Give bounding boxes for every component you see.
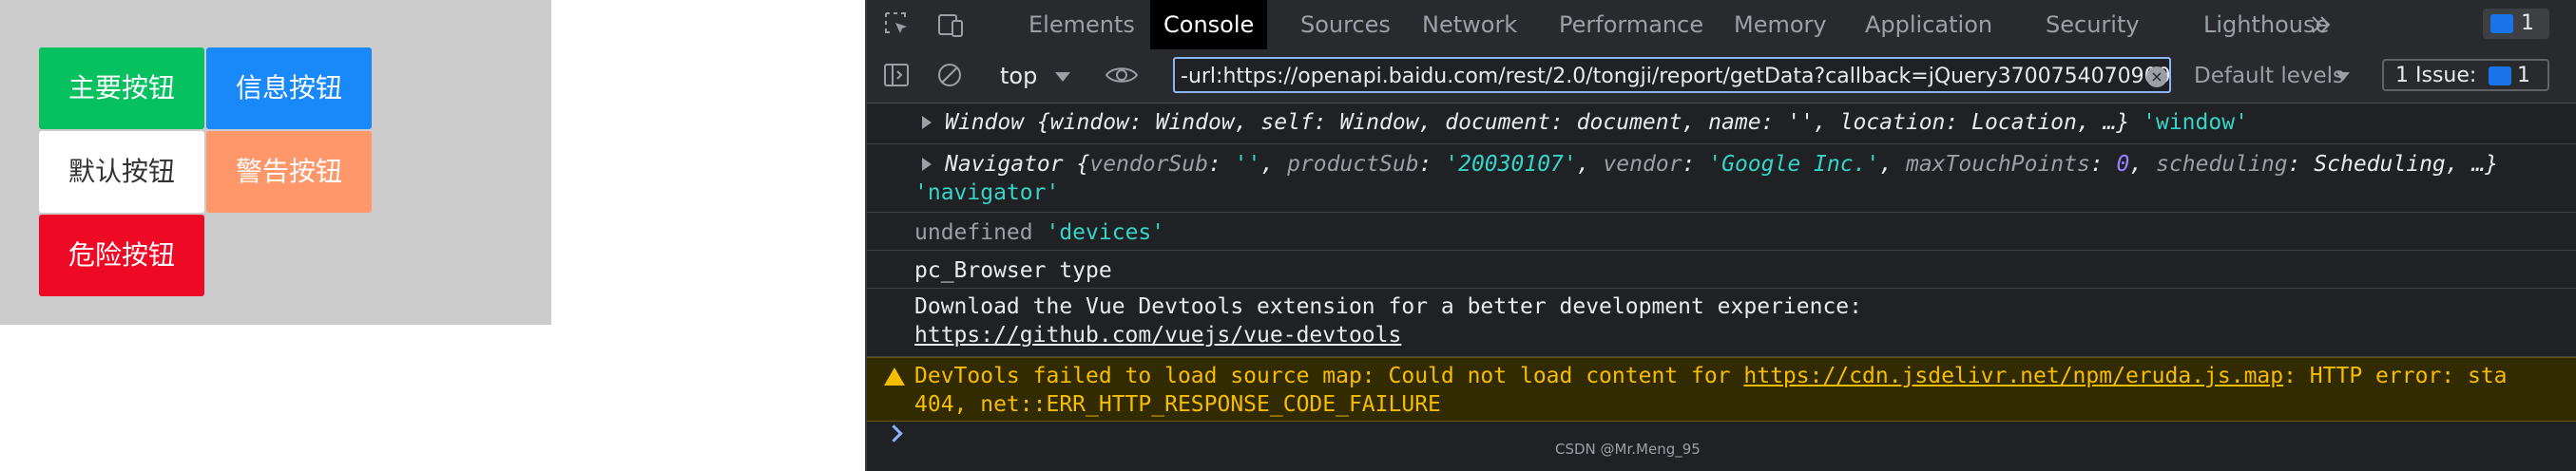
issues-label: 1 Issue:	[2395, 64, 2477, 87]
issues-badge[interactable]: 1	[2483, 9, 2549, 39]
console-filter-input[interactable]: -url:https://openapi.baidu.com/rest/2.0/…	[1173, 57, 2171, 93]
eye-icon[interactable]	[1105, 61, 1139, 91]
console-message: Window {window: Window, self: Window, do…	[867, 103, 2576, 144]
object-label: 'navigator'	[914, 180, 1060, 205]
clear-filter-icon[interactable]: ×	[2146, 66, 2167, 87]
issues-count: 1	[2517, 64, 2530, 87]
object-name[interactable]: Window	[945, 110, 1024, 135]
object-name[interactable]: Navigator	[945, 152, 1064, 177]
inspect-element-icon[interactable]	[882, 9, 913, 40]
object-preview: {window: Window, self: Window, document:…	[1036, 110, 2130, 135]
tab-memory[interactable]: Memory	[1721, 0, 1840, 49]
sidebar-toggle-icon[interactable]	[882, 61, 913, 91]
warning-button[interactable]: 警告按钮	[206, 131, 372, 213]
warning-icon	[884, 367, 905, 386]
warning-text-suffix: : HTTP error: sta	[2283, 364, 2508, 388]
tab-network[interactable]: Network	[1409, 0, 1530, 49]
chevron-right-icon	[885, 424, 903, 443]
log-text: Download the Vue Devtools extension for …	[914, 294, 1862, 319]
tab-sources[interactable]: Sources	[1287, 0, 1404, 49]
clear-console-icon[interactable]	[935, 61, 966, 91]
message-icon	[2490, 14, 2513, 33]
console-output: Window {window: Window, self: Window, do…	[867, 103, 2576, 471]
context-selector[interactable]: top	[1000, 61, 1037, 91]
undefined-value: undefined	[914, 220, 1033, 245]
issues-count: 1	[2521, 11, 2534, 35]
warning-text: DevTools failed to load source map: Coul…	[914, 364, 1744, 388]
demo-page: 主要按钮 信息按钮 默认按钮 警告按钮 危险按钮	[0, 0, 551, 325]
console-message: Download the Vue Devtools extension for …	[867, 289, 2576, 357]
console-toolbar: top -url:https://openapi.baidu.com/rest/…	[867, 49, 2576, 104]
chevron-double-right-icon[interactable]	[2308, 11, 2335, 38]
console-message: pc_Browser type	[867, 251, 2576, 289]
expand-triangle-icon[interactable]	[922, 116, 932, 129]
log-levels-dropdown[interactable]: Default levels	[2194, 61, 2344, 91]
danger-button[interactable]: 危险按钮	[39, 215, 204, 296]
tab-application[interactable]: Application	[1852, 0, 2006, 49]
tab-console[interactable]: Console	[1150, 0, 1268, 49]
log-label: 'devices'	[1046, 220, 1165, 245]
issues-button[interactable]: 1 Issue: 1	[2382, 59, 2549, 91]
devtools-tabbar: Elements Console Sources Network Perform…	[867, 0, 2576, 50]
source-map-link[interactable]: https://cdn.jsdelivr.net/npm/eruda.js.ma…	[1743, 364, 2283, 388]
tab-performance[interactable]: Performance	[1546, 0, 1717, 49]
console-message: undefined 'devices'	[867, 213, 2576, 251]
info-button[interactable]: 信息按钮	[206, 47, 372, 129]
tab-security[interactable]: Security	[2032, 0, 2153, 49]
log-text: pc_Browser type	[914, 258, 1112, 283]
chevron-down-icon	[1055, 72, 1070, 82]
chevron-down-icon	[2336, 72, 2350, 81]
default-button[interactable]: 默认按钮	[39, 131, 204, 213]
console-warning: DevTools failed to load source map: Coul…	[867, 357, 2576, 422]
console-message: Navigator {vendorSub: '', productSub: '2…	[867, 144, 2576, 213]
message-icon	[2489, 66, 2511, 85]
devtools-panel: Elements Console Sources Network Perform…	[865, 0, 2576, 471]
watermark: CSDN @Mr.Meng_95	[1555, 441, 1701, 458]
object-label: 'window'	[2143, 110, 2248, 135]
primary-button[interactable]: 主要按钮	[39, 47, 204, 129]
vue-devtools-link[interactable]: https://github.com/vuejs/vue-devtools	[914, 323, 1401, 348]
device-toolbar-icon[interactable]	[935, 9, 966, 40]
tab-elements[interactable]: Elements	[1015, 0, 1148, 49]
warning-text-line2: 404, net::ERR_HTTP_RESPONSE_CODE_FAILURE	[914, 392, 1441, 417]
expand-triangle-icon[interactable]	[922, 158, 932, 171]
